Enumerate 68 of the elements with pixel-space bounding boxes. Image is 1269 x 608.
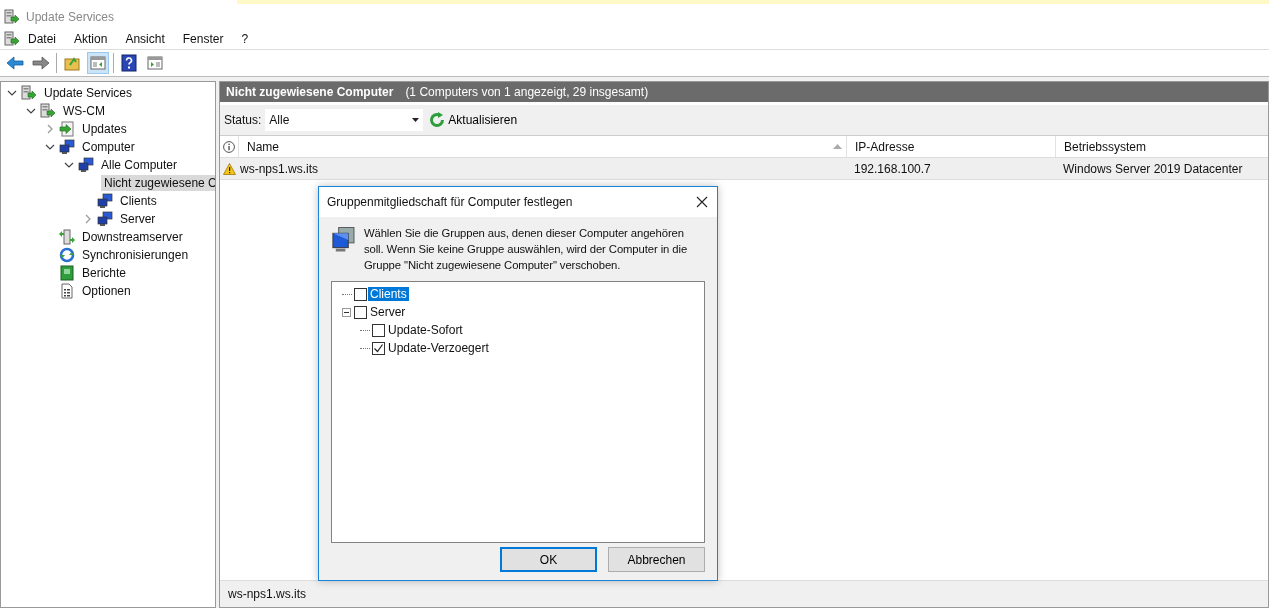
computers-icon (97, 193, 113, 209)
refresh-button[interactable]: Aktualisieren (427, 112, 520, 128)
tree-item[interactable]: Synchronisierungen (79, 247, 192, 263)
menu-item[interactable]: Fenster (173, 32, 233, 46)
window-title: Update Services (26, 9, 115, 24)
group-item[interactable]: Server (368, 305, 408, 319)
checkbox[interactable] (372, 341, 385, 355)
tree-item[interactable]: Downstreamserver (79, 229, 186, 245)
sync-icon (59, 247, 75, 263)
servers-arrows-icon (59, 229, 75, 245)
dialog-button[interactable]: OK (500, 547, 597, 572)
status-label: Status: (224, 113, 262, 127)
computers-icon (78, 157, 94, 173)
dropdown-arrow-icon (412, 118, 420, 122)
group-item[interactable]: Update-Verzoegert (386, 341, 491, 355)
collapse-icon[interactable] (342, 307, 351, 317)
tree-item[interactable]: Alle Computer (98, 157, 181, 173)
computers-icon (97, 211, 113, 227)
tree-item[interactable]: WS-CM (60, 103, 108, 119)
dialog-button[interactable]: Abbrechen (608, 547, 705, 572)
tree-item[interactable]: Update Services (41, 85, 136, 101)
checkbox[interactable] (372, 323, 385, 337)
server-icon (4, 8, 20, 25)
status-bar-text: ws-nps1.ws.its (228, 587, 307, 601)
column-header[interactable]: Betriebssystem (1055, 136, 1265, 157)
tree-item[interactable]: Updates (79, 121, 130, 137)
tree-item[interactable]: Optionen (79, 283, 134, 299)
group-item[interactable]: Clients (368, 287, 409, 301)
group-item[interactable]: Update-Sofort (386, 323, 465, 337)
close-icon[interactable] (696, 196, 708, 208)
column-header[interactable]: IP-Adresse (846, 136, 1055, 157)
refresh-icon (429, 112, 446, 128)
checkbox[interactable] (354, 287, 367, 301)
dialog-message: Wählen Sie die Gruppen aus, denen dieser Computer angehören soll. Wenn Sie keine Gruppe auswählen, wird der Computer in die Gruppe "Nicht zugewiesene Computer" verschoben. (363, 226, 689, 273)
dialog-title: Gruppenmitgliedschaft für Computer festlegen (327, 195, 573, 209)
table-cell-text: ws-nps1.ws.its (239, 160, 320, 178)
info-icon (223, 140, 235, 153)
document-arrow-icon (59, 121, 75, 137)
menu-item[interactable]: Ansicht (116, 32, 174, 46)
toolbar-button[interactable] (118, 52, 140, 74)
group-tree[interactable]: Clients Server Update-Sofort Update-Verzoegert (331, 281, 705, 543)
column-header[interactable]: Name (238, 136, 846, 157)
menu-item[interactable]: Datei (20, 32, 65, 46)
table-cell-text: Windows Server 2019 Datacenter (1062, 160, 1244, 178)
table-cell-text: 192.168.100.7 (853, 160, 932, 178)
tree-item[interactable]: Server (117, 211, 159, 227)
collapsed-chevron-icon[interactable] (45, 124, 55, 134)
expanded-chevron-icon[interactable] (26, 106, 36, 116)
tree-item[interactable]: Computer (79, 139, 138, 155)
sort-arrow-icon (833, 144, 842, 149)
expanded-chevron-icon[interactable] (64, 160, 74, 170)
pane-title: Nicht zugewiesene Computer (226, 85, 394, 99)
pane-subtitle: (1 Computers von 1 angezeigt, 29 insgesamt) (405, 85, 649, 99)
status-dropdown[interactable]: Alle (265, 109, 424, 131)
menu-item[interactable]: ? (232, 32, 258, 46)
book-icon (59, 265, 75, 281)
list-icon (59, 283, 75, 299)
server-icon (4, 31, 20, 47)
server-icon (21, 85, 37, 101)
tree-item[interactable]: Berichte (79, 265, 130, 281)
expanded-chevron-icon[interactable] (45, 142, 55, 152)
expanded-chevron-icon[interactable] (7, 88, 17, 98)
collapsed-chevron-icon[interactable] (83, 214, 93, 224)
tree-item[interactable]: Clients (117, 193, 160, 209)
computers-icon (59, 139, 75, 155)
checkbox[interactable] (354, 305, 367, 319)
server-icon (40, 103, 56, 119)
menu-item[interactable]: Aktion (65, 32, 117, 46)
